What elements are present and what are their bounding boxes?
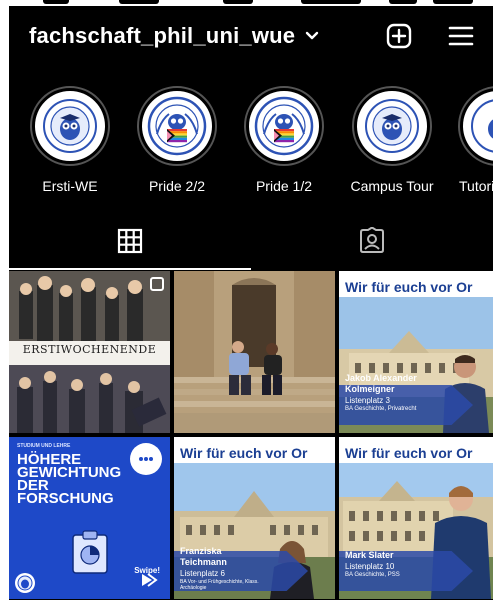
post-erstiwochenende[interactable]: ERSTIWOCHENENDE xyxy=(9,271,170,433)
post-title: Wir für euch vor Or xyxy=(180,445,308,461)
highlight-cover xyxy=(30,86,110,166)
candidate-subjects: BA Vor- und Frühgeschichte, Klass. Archä… xyxy=(180,578,259,591)
owl-logo-icon xyxy=(15,573,35,593)
create-post-icon[interactable] xyxy=(383,20,415,52)
owl-logo-icon xyxy=(35,91,105,161)
arrow-right-icon xyxy=(140,572,158,593)
highlight-label: Ersti-WE xyxy=(42,178,98,194)
candidate-name: Mark Slater xyxy=(345,550,394,561)
candidate-listplace: Listenplatz 6 xyxy=(180,568,225,578)
highlight-pride-2[interactable]: Pride 2/2 xyxy=(134,86,220,194)
post-title: Wir für euch vor Or xyxy=(345,279,473,295)
clipboard-chart-icon xyxy=(69,529,113,580)
candidate-subjects: BA Geschichte, PSS xyxy=(345,571,400,578)
highlight-label: Campus Tour xyxy=(350,178,434,194)
highlight-label: Pride 2/2 xyxy=(148,178,206,194)
posts-grid: ERSTIWOCHENENDE Wir für euch vor Or Jako… xyxy=(9,271,493,600)
profile-tabs xyxy=(9,218,493,270)
highlight-pride-1[interactable]: Pride 1/2 xyxy=(241,86,327,194)
post-headline: HÖHERE GEWICHTUNG DER FORSCHUNG xyxy=(17,451,122,507)
speech-bubble-icon xyxy=(130,443,162,475)
pride-crest-icon xyxy=(249,91,319,161)
highlight-ersti-we[interactable]: Ersti-WE xyxy=(27,86,113,194)
post-hoehere-gewichtung[interactable]: STUDIUM UND LEHRE HÖHERE GEWICHTUNG DER … xyxy=(9,437,170,599)
post-kicker: STUDIUM UND LEHRE xyxy=(17,443,71,449)
candidate-listplace: Listenplatz 10 xyxy=(345,561,395,571)
active-tab-indicator xyxy=(9,268,251,270)
multi-image-icon xyxy=(480,443,493,457)
multi-image-icon xyxy=(315,443,329,457)
pride-crest-icon xyxy=(142,91,212,161)
highlight-label: Tutori xyxy=(459,178,493,194)
post-candidate-jakob[interactable]: Wir für euch vor Or Jakob Alexander Kolm… xyxy=(339,271,493,433)
multi-image-icon xyxy=(150,277,164,291)
candidate-nameplate: Franziska Teichmann Listenplatz 6 BA Vor… xyxy=(180,546,270,591)
cropped-top-edge xyxy=(9,0,493,6)
post-image xyxy=(174,271,335,433)
candidate-nameplate: Mark Slater Listenplatz 10 BA Geschichte… xyxy=(345,550,400,579)
highlight-cover xyxy=(244,86,324,166)
tab-posts-grid[interactable] xyxy=(9,218,251,268)
post-caption: ERSTIWOCHENENDE xyxy=(22,343,157,356)
menu-icon[interactable] xyxy=(445,20,477,52)
post-candidate-franziska[interactable]: Wir für euch vor Or Franziska Teichmann … xyxy=(174,437,335,599)
story-highlights: Ersti-WE Pride 2/2 Pride 1/2 Campus Tour… xyxy=(9,86,493,196)
profile-header: fachschaft_phil_uni_wue xyxy=(9,14,493,58)
account-username[interactable]: fachschaft_phil_uni_wue xyxy=(29,23,295,49)
highlight-cover xyxy=(137,86,217,166)
highlight-campus-tour[interactable]: Campus Tour xyxy=(349,86,435,194)
multi-image-icon xyxy=(106,443,120,457)
grid-icon xyxy=(117,228,143,259)
owl-logo-icon xyxy=(463,91,493,161)
chevron-down-icon[interactable] xyxy=(305,31,319,41)
highlight-tutorien[interactable]: Tutori xyxy=(455,86,493,194)
post-candidate-mark[interactable]: Wir für euch vor Or Mark Slater Listenpl… xyxy=(339,437,493,599)
candidate-listplace: Listenplatz 3 xyxy=(345,395,390,405)
candidate-name: Franziska Teichmann xyxy=(180,546,227,568)
candidate-nameplate: Jakob Alexander Kolmeigner Listenplatz 3… xyxy=(345,373,425,413)
post-photo-steps[interactable] xyxy=(174,271,335,433)
multi-image-icon xyxy=(480,277,493,291)
candidate-subjects: BA Geschichte, Privatrecht xyxy=(345,405,417,412)
highlight-cover xyxy=(458,86,493,166)
tab-tagged[interactable] xyxy=(251,218,493,268)
profile-screen: fachschaft_phil_uni_wue Ersti-WE Pride 2… xyxy=(9,0,493,600)
highlight-cover xyxy=(352,86,432,166)
highlight-label: Pride 1/2 xyxy=(255,178,313,194)
candidate-name: Jakob Alexander Kolmeigner xyxy=(345,373,417,395)
owl-logo-icon xyxy=(357,91,427,161)
tagged-person-icon xyxy=(358,225,386,260)
post-title: Wir für euch vor Or xyxy=(345,445,473,461)
